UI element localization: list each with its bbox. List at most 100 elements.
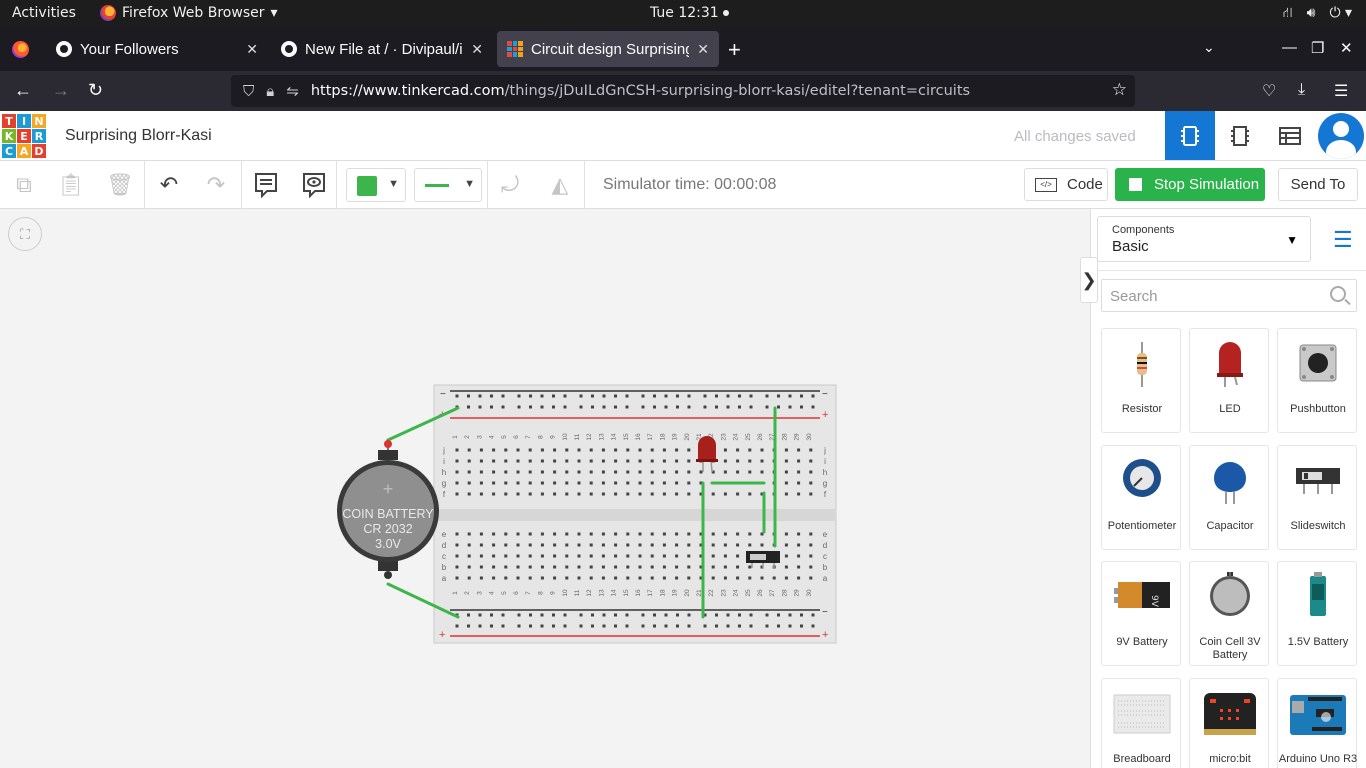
component-card-micro-bit[interactable]: micro:bit bbox=[1189, 677, 1269, 768]
components-dropdown[interactable]: Components Basic ▼ bbox=[1097, 216, 1311, 262]
row-letter: i bbox=[824, 457, 826, 466]
column-number: 24 bbox=[733, 433, 740, 441]
row-letter: d bbox=[823, 541, 827, 550]
terminal-hole bbox=[589, 576, 593, 580]
tab-circuit-design[interactable]: Circuit design Surprising B ✕ bbox=[497, 31, 719, 67]
terminal-hole bbox=[467, 565, 471, 569]
wire-type-picker[interactable]: ▼ bbox=[414, 168, 482, 202]
close-window-icon[interactable]: ✕ bbox=[1340, 39, 1353, 57]
url-text[interactable]: https://www.tinkercad.com/things/jDuILdG… bbox=[311, 83, 970, 99]
component-card-led[interactable]: LED bbox=[1189, 328, 1269, 433]
terminal-hole bbox=[809, 554, 813, 558]
component-card-potentiometer[interactable]: Potentiometer bbox=[1101, 444, 1181, 550]
notes-icon[interactable] bbox=[252, 171, 280, 199]
flip-icon[interactable]: ◭ bbox=[546, 171, 574, 199]
minimize-icon[interactable]: — bbox=[1282, 39, 1297, 56]
component-card-breadboard[interactable]: Breadboard bbox=[1101, 677, 1181, 768]
component-card-label: Breadboard bbox=[1113, 752, 1171, 765]
url-bar[interactable]: ⛉ 🔒︎ ⇋ https://www.tinkercad.com/things/… bbox=[231, 75, 1135, 107]
schematic-view-button[interactable] bbox=[1215, 111, 1265, 160]
components-panel: Components Basic ▼ ☰ Search Resistor LED P… bbox=[1090, 209, 1366, 768]
firefox-view-icon[interactable] bbox=[12, 41, 29, 58]
copy-icon[interactable]: ⧉ bbox=[10, 171, 38, 199]
terminal-hole bbox=[516, 543, 520, 547]
stop-simulation-button[interactable]: Stop Simulation bbox=[1115, 168, 1265, 201]
redo-icon[interactable]: ↷ bbox=[202, 171, 230, 199]
rail-hole bbox=[552, 624, 555, 628]
rail-hole bbox=[726, 624, 730, 628]
paste-icon[interactable]: 📋︎ bbox=[57, 171, 85, 199]
component-card-pushbutton[interactable]: Pushbutton bbox=[1277, 328, 1357, 433]
tab-your-followers[interactable]: Your Followers ✕ bbox=[46, 31, 268, 67]
shield-icon[interactable]: ⛉ bbox=[243, 83, 254, 100]
battery-clip bbox=[378, 450, 398, 460]
terminal-hole bbox=[504, 481, 508, 485]
circuit-view-button[interactable] bbox=[1165, 111, 1215, 160]
bookmark-star-icon[interactable]: ☆ bbox=[1112, 80, 1127, 100]
lock-icon[interactable]: 🔒︎ bbox=[266, 83, 274, 100]
terminal-hole bbox=[748, 492, 752, 496]
rail-hole bbox=[614, 405, 617, 409]
undo-icon[interactable]: ↶ bbox=[155, 171, 183, 199]
component-card-9v-battery[interactable]: 9V 9V Battery bbox=[1101, 561, 1181, 666]
permissions-icon[interactable]: ⇋ bbox=[286, 82, 299, 100]
component-card-capacitor[interactable]: Capacitor bbox=[1189, 444, 1269, 550]
tab-title: Circuit design Surprising B bbox=[531, 40, 690, 58]
toggle-notes-visibility-icon[interactable] bbox=[300, 171, 328, 199]
terminal-hole bbox=[614, 532, 618, 536]
download-icon[interactable]: ⤓ bbox=[1298, 81, 1305, 99]
rail-hole bbox=[614, 624, 617, 628]
system-menu[interactable]: ⛙ 🔊︎ ⏻ ▾ bbox=[1283, 5, 1352, 23]
list-view-icon[interactable]: ☰ bbox=[1333, 227, 1353, 253]
wire-color-picker[interactable]: ▼ bbox=[346, 168, 406, 202]
terminal-hole bbox=[516, 470, 520, 474]
activities-button[interactable]: Activities bbox=[12, 5, 76, 21]
terminal-hole bbox=[760, 576, 764, 580]
component-list-view-button[interactable] bbox=[1265, 111, 1315, 160]
menu-icon[interactable]: ☰ bbox=[1334, 81, 1348, 101]
send-to-button[interactable]: Send To bbox=[1278, 168, 1358, 201]
back-icon[interactable]: ← bbox=[14, 80, 32, 101]
close-icon[interactable]: ✕ bbox=[246, 41, 258, 58]
component-search-input[interactable]: Search bbox=[1101, 279, 1357, 312]
rail-hole bbox=[529, 405, 532, 409]
column-number: 26 bbox=[757, 589, 764, 597]
clock[interactable]: Tue 12:31 bbox=[650, 5, 729, 21]
workplane[interactable]: ⛶ −+−++−+1122334455667788991010111112121… bbox=[0, 209, 1090, 768]
maximize-icon[interactable]: ❐ bbox=[1311, 39, 1324, 57]
component-card-slideswitch[interactable]: Slideswitch bbox=[1277, 444, 1357, 550]
new-tab-button[interactable]: + bbox=[728, 37, 741, 63]
close-icon[interactable]: ✕ bbox=[471, 41, 483, 58]
list-all-tabs-icon[interactable]: ⌄ bbox=[1203, 39, 1215, 56]
user-avatar[interactable] bbox=[1318, 113, 1364, 159]
rail-hole bbox=[664, 405, 668, 409]
column-number: 25 bbox=[745, 589, 752, 597]
forward-icon[interactable]: → bbox=[52, 80, 70, 101]
tinkercad-logo[interactable]: TIN KER CAD bbox=[2, 114, 46, 158]
pocket-icon[interactable]: ♡ bbox=[1262, 81, 1276, 101]
tab-new-file[interactable]: New File at / · Divipaul/in ✕ bbox=[271, 31, 493, 67]
column-number: 8 bbox=[537, 591, 544, 595]
terminal-hole bbox=[455, 481, 459, 485]
project-name[interactable]: Surprising Blorr-Kasi bbox=[65, 127, 212, 145]
rail-hole bbox=[529, 394, 532, 398]
reload-icon[interactable]: ↻ bbox=[88, 80, 103, 101]
app-menu[interactable]: Firefox Web Browser ▾ bbox=[100, 5, 278, 21]
terminal-hole bbox=[784, 565, 788, 569]
component-card-resistor[interactable]: Resistor bbox=[1101, 328, 1181, 433]
component-card-1-5v-battery[interactable]: 1.5V Battery bbox=[1277, 561, 1357, 666]
code-button[interactable]: </> Code bbox=[1024, 168, 1108, 201]
rail-plus-label: + bbox=[822, 409, 828, 421]
rail-hole bbox=[591, 613, 594, 617]
delete-icon[interactable]: 🗑︎ bbox=[106, 171, 134, 199]
component-card-arduino-uno-r3[interactable]: Arduino Uno R3 bbox=[1277, 677, 1357, 768]
rail-hole bbox=[579, 405, 583, 409]
rotate-icon[interactable]: ⤾ bbox=[496, 171, 524, 199]
terminal-hole bbox=[504, 492, 508, 496]
collapse-panel-button[interactable]: ❯ bbox=[1080, 257, 1098, 303]
close-icon[interactable]: ✕ bbox=[697, 41, 709, 58]
terminal-hole bbox=[748, 543, 752, 547]
terminal-hole bbox=[797, 532, 801, 536]
component-card-coin-cell-3v-battery[interactable]: Coin Cell 3V Battery bbox=[1189, 561, 1269, 666]
row-letter: h bbox=[823, 468, 827, 477]
